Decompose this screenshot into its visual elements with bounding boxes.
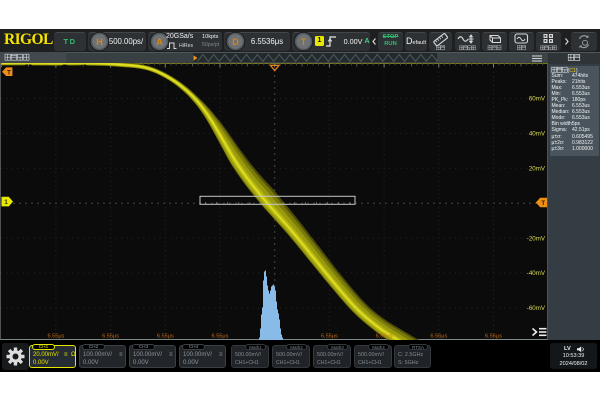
svg-text:6.55μs: 6.55μs (47, 334, 64, 340)
svg-text:1: 1 (4, 199, 8, 206)
svg-text:20mV: 20mV (529, 165, 546, 172)
svg-text:6.55μs: 6.55μs (212, 334, 229, 340)
svg-text:6.55μs: 6.55μs (157, 334, 174, 340)
svg-text:40mV: 40mV (529, 130, 546, 137)
svg-text:T: T (541, 200, 545, 207)
svg-text:T: T (7, 70, 11, 77)
svg-text:-20mV: -20mV (527, 235, 546, 242)
svg-text:60mV: 60mV (529, 96, 546, 103)
svg-text:6.56μs: 6.56μs (485, 334, 502, 340)
svg-text:6.55μs: 6.55μs (102, 334, 119, 340)
svg-text:6.56μs: 6.56μs (430, 334, 447, 340)
svg-text:-40mV: -40mV (527, 270, 546, 277)
svg-text:6.55μs: 6.55μs (321, 334, 338, 340)
svg-text:-60mV: -60mV (527, 305, 546, 312)
svg-text:6.55μs: 6.55μs (376, 334, 393, 340)
